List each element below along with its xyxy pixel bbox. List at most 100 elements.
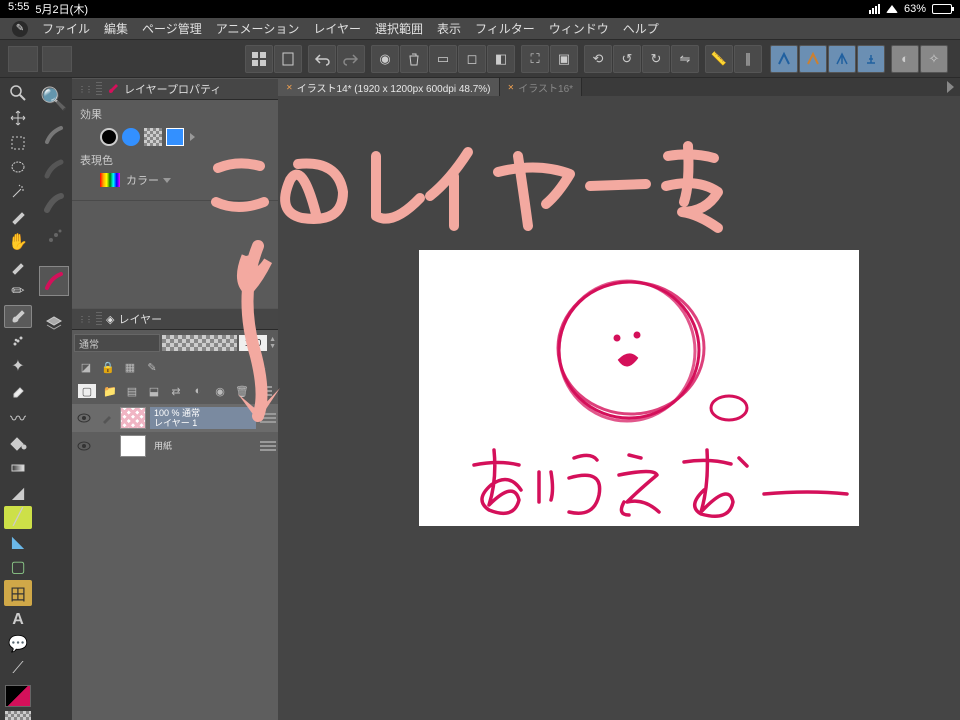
decoration-tool-icon[interactable]: ✦ [4,354,32,377]
selection-tool-icon[interactable] [4,132,32,155]
pen-tool-icon[interactable] [4,255,32,278]
tab-overflow-icon[interactable] [947,81,954,93]
move-tool-icon[interactable] [4,107,32,130]
doc-tab-2[interactable]: ✕イラスト16* [500,78,583,96]
toolbar-fit-icon[interactable]: ⛶ [521,45,549,73]
layer-visibility-icon[interactable] [74,411,94,425]
toolbar-invert-icon[interactable]: ◧ [487,45,515,73]
eyedropper-tool-icon[interactable] [4,206,32,229]
subtool-brush-4-icon[interactable] [39,222,69,252]
newlayer-icon[interactable]: ▢ [78,384,96,398]
effect-border-icon[interactable] [100,128,118,146]
menu-edit[interactable]: 編集 [104,20,128,37]
menu-help[interactable]: ヘルプ [623,20,659,37]
menu-page[interactable]: ページ管理 [142,20,202,37]
menu-animation[interactable]: アニメーション [216,20,300,37]
frame-tool-icon[interactable]: ▢ [4,556,32,579]
toolbar-parallel-icon[interactable]: ∥ [734,45,762,73]
deletelayer-icon[interactable]: 🗑 [234,383,250,399]
blend-mode-dropdown[interactable]: 通常 [74,334,160,352]
wand-tool-icon[interactable] [4,181,32,204]
menu-view[interactable]: 表示 [437,20,461,37]
canvas-viewport[interactable] [278,96,960,720]
figure-tool-icon[interactable]: ◢ [4,481,32,504]
toolbar-ruler-icon[interactable]: 📏 [705,45,733,73]
toolbar-record-icon[interactable]: ◉ [371,45,399,73]
gradient-tool-icon[interactable] [4,457,32,480]
subtool-magnify-icon[interactable]: 🔍 [37,82,71,116]
reflayer-icon[interactable]: ▦ [122,359,138,375]
layer-transfer-icon[interactable]: ⇄ [168,383,184,399]
layermask-icon[interactable]: ◐ [190,383,206,399]
effect-tone-icon[interactable] [122,128,140,146]
subtool-layers-icon[interactable] [40,310,68,336]
layer-name[interactable]: 用紙 [150,435,256,457]
layer-thumbnail[interactable] [120,435,146,457]
frame2-tool-icon[interactable]: 田 [4,580,32,606]
color-swatch[interactable] [5,685,31,708]
effect-layercolor-icon[interactable] [166,128,184,146]
layer-menu-icon[interactable] [256,386,272,396]
doc-tab-1[interactable]: ✕イラスト14* (1920 x 1200px 600dpi 48.7%) [278,78,500,96]
opacity-value[interactable]: 100 [239,335,267,351]
menu-selection[interactable]: 選択範囲 [375,20,423,37]
menu-filter[interactable]: フィルター [475,20,535,37]
layer-add-icon[interactable]: ▤ [124,383,140,399]
layer-merge-icon[interactable]: ⬓ [146,383,162,399]
clip-icon[interactable]: ◪ [78,359,94,375]
draft-icon[interactable]: ✎ [144,359,160,375]
apply-icon[interactable]: ◉ [212,383,228,399]
toolbar-grid-icon[interactable] [245,45,273,73]
blend-tool-icon[interactable]: 〰 [4,404,32,430]
menu-window[interactable]: ウィンドウ [549,20,609,37]
toolbar-snap-1-icon[interactable] [770,45,798,73]
layer-row-paper[interactable]: 用紙 [72,432,278,460]
balloon-tool-icon[interactable]: 💬 [4,633,32,656]
layer-edit-icon[interactable] [98,412,116,424]
magnify-tool-icon[interactable] [4,82,32,105]
effect-checker-icon[interactable] [144,128,162,146]
toolbar-undo-icon[interactable] [308,45,336,73]
toolbar-help-icon[interactable]: ◐ [891,45,919,73]
eraser-tool-icon[interactable] [4,379,32,402]
menu-file[interactable]: ファイル [42,20,90,37]
mask-icon[interactable]: ◐ [256,359,272,375]
artboard[interactable] [419,250,859,526]
layer-grip-icon[interactable] [260,441,276,451]
layer-panel-tab[interactable]: ⋮⋮ ◈ レイヤー [72,308,278,330]
toolbar-page-icon[interactable] [274,45,302,73]
newfolder-icon[interactable]: 📁 [102,383,118,399]
effect-expand-icon[interactable] [190,133,195,141]
toolbar-rotate-left-icon[interactable]: ↺ [613,45,641,73]
layer-name[interactable]: 100 % 通常 レイヤー 1 [150,407,256,429]
layer-thumbnail[interactable] [120,407,146,429]
airbrush-tool-icon[interactable] [4,330,32,353]
toolbar-trash-icon[interactable] [400,45,428,73]
line-tool-icon[interactable]: ╱ [4,506,32,529]
ruler-tool-icon[interactable]: ◣ [4,531,32,554]
subtool-brush-3-icon[interactable] [39,188,69,218]
subtool-brush-2-icon[interactable] [39,154,69,184]
toolbar-snap-3-icon[interactable] [828,45,856,73]
toolbar-snap-4-icon[interactable] [857,45,885,73]
hand-tool-icon[interactable]: ✋ [4,231,32,254]
opacity-slider[interactable] [162,335,238,351]
correct-tool-icon[interactable]: ⟋ [4,658,32,681]
color-mode-dropdown[interactable]: カラー [126,172,171,188]
lock-icon[interactable]: 🔒 [100,359,116,375]
lasso-tool-icon[interactable] [4,156,32,179]
layer-visibility-icon[interactable] [74,439,94,453]
pencil-tool-icon[interactable]: ✏ [4,280,32,303]
layer-row-1[interactable]: 100 % 通常 レイヤー 1 [72,404,278,432]
toolbar-redo-icon[interactable] [337,45,365,73]
toolbar-erase-icon[interactable]: ▭ [429,45,457,73]
layer-property-panel-tab[interactable]: ⋮⋮ レイヤープロパティ [72,78,278,100]
toolbar-100pct-icon[interactable]: ▣ [550,45,578,73]
subtool-active-brush-icon[interactable] [39,266,69,296]
text-tool-icon[interactable]: A [4,608,32,631]
toolbar-select-clear-icon[interactable]: ◻ [458,45,486,73]
transparent-swatch[interactable] [5,711,31,720]
layer-grip-icon[interactable] [260,413,276,423]
brush-tool-icon[interactable] [4,305,32,328]
toolbar-snap-2-icon[interactable] [799,45,827,73]
